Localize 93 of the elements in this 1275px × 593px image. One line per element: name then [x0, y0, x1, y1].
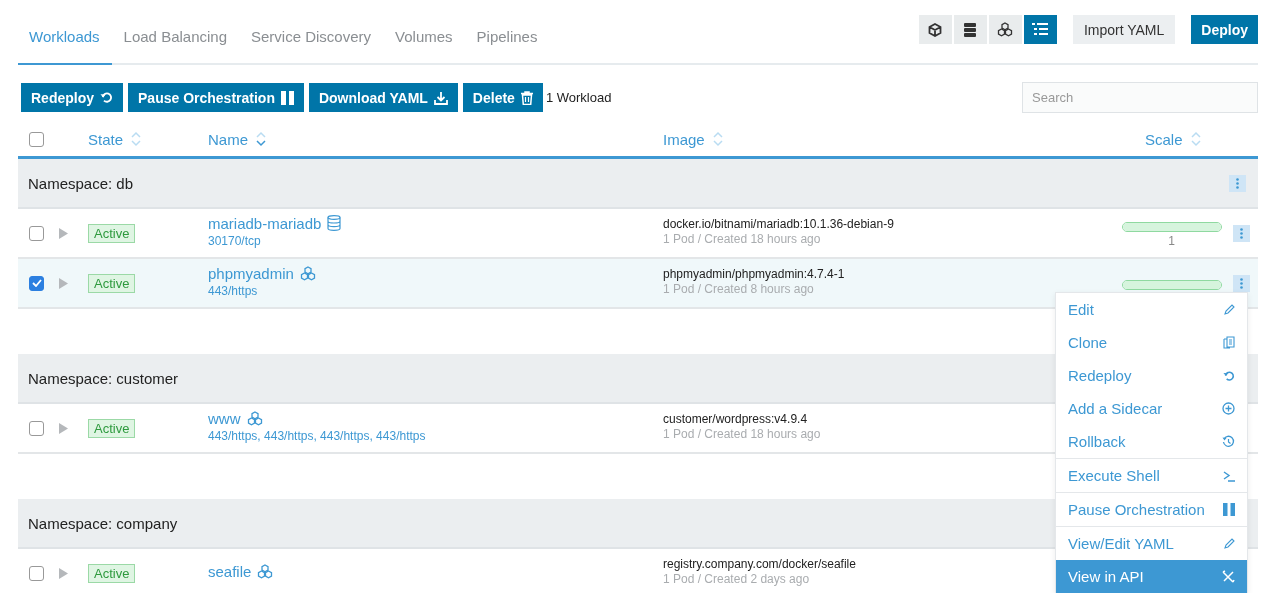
- pod-info: 1 Pod / Created 18 hours ago: [663, 231, 821, 246]
- cubes-icon: [997, 22, 1014, 37]
- cubes-icon: [257, 563, 274, 579]
- cubes-icon: [299, 265, 316, 281]
- history-icon: [1222, 435, 1235, 448]
- menu-item[interactable]: View/Edit YAML: [1056, 527, 1247, 560]
- tools-icon: [1222, 570, 1235, 583]
- row-checkbox[interactable]: [29, 275, 44, 291]
- pause-icon: [1223, 503, 1235, 516]
- sort-descending-icon[interactable]: [256, 131, 266, 147]
- more-actions-button[interactable]: [1233, 274, 1250, 292]
- column-header[interactable]: Name: [208, 130, 248, 148]
- port-link[interactable]: 30170/tcp: [208, 233, 261, 248]
- nav-tab[interactable]: Load Balancing: [112, 10, 239, 65]
- image-name: docker.io/bitnami/mariadb:10.1.36-debian-9: [663, 216, 894, 231]
- kebab-icon: [1240, 277, 1243, 289]
- more-actions-button[interactable]: [1229, 174, 1246, 192]
- port-link[interactable]: 443/https: [208, 283, 258, 298]
- database-icon: [327, 215, 342, 231]
- select-all-checkbox[interactable]: [29, 131, 44, 147]
- list-view-button[interactable]: [1023, 15, 1057, 44]
- menu-item[interactable]: Pause Orchestration: [1056, 493, 1247, 526]
- nav-tab[interactable]: Volumes: [384, 10, 465, 65]
- import-button[interactable]: Import YAML: [1072, 15, 1176, 44]
- menu-item[interactable]: View in API: [1056, 560, 1247, 593]
- cube-view-button[interactable]: [918, 15, 952, 44]
- workload-link[interactable]: www: [208, 409, 241, 427]
- sort-icon[interactable]: [131, 131, 142, 147]
- column-header[interactable]: Image: [663, 130, 705, 148]
- scale-count: 1: [1168, 234, 1175, 248]
- menu-item[interactable]: Rollback: [1056, 425, 1247, 458]
- port-link[interactable]: 443/https, 443/https, 443/https, 443/https: [208, 428, 426, 443]
- menu-item[interactable]: Redeploy: [1056, 359, 1247, 392]
- bulk-action-button[interactable]: Delete: [462, 83, 543, 112]
- server-icon: [963, 21, 978, 38]
- search-field[interactable]: Search: [1022, 82, 1258, 113]
- row-checkbox[interactable]: [29, 565, 44, 581]
- row-checkbox[interactable]: [29, 420, 44, 436]
- pod-info: 1 Pod / Created 18 hours ago: [663, 426, 821, 441]
- namespace-title: Namespace: db: [28, 174, 134, 192]
- expand-icon[interactable]: [59, 227, 68, 239]
- nav-tab[interactable]: Service Discovery: [240, 10, 384, 65]
- nav-tab[interactable]: Workloads: [18, 10, 112, 65]
- status-badge: Active: [88, 418, 136, 438]
- menu-item[interactable]: Add a Sidecar: [1056, 392, 1247, 425]
- status-badge: Active: [88, 563, 136, 583]
- pause-icon: [280, 90, 294, 105]
- server-view-button[interactable]: [953, 15, 987, 44]
- more-actions-button[interactable]: [1233, 224, 1250, 242]
- trash-icon: [520, 90, 533, 105]
- row-checkbox[interactable]: [29, 225, 44, 241]
- clipboard-icon: [1223, 336, 1235, 349]
- selection-count: 1 Workload: [545, 90, 613, 105]
- menu-item[interactable]: Clone: [1056, 326, 1247, 359]
- expand-icon[interactable]: [59, 567, 68, 579]
- namespace-title: Namespace: customer: [28, 369, 179, 387]
- undo-icon: [1223, 369, 1235, 382]
- pencil-icon: [1223, 537, 1235, 550]
- list-icon: [1032, 23, 1049, 36]
- workload-link[interactable]: seafile: [208, 562, 252, 580]
- sort-icon[interactable]: [712, 131, 723, 147]
- kebab-icon: [1236, 177, 1239, 189]
- nav-tab[interactable]: Pipelines: [465, 10, 550, 65]
- image-name: phpmyadmin/phpmyadmin:4.7.4-1: [663, 266, 845, 281]
- column-header[interactable]: State: [88, 130, 124, 148]
- workload-link[interactable]: mariadb-mariadb: [208, 214, 322, 232]
- cubes-icon: [246, 410, 263, 426]
- expand-icon[interactable]: [59, 422, 68, 434]
- bulk-action-button[interactable]: Redeploy: [21, 83, 123, 112]
- column-header[interactable]: Scale: [1145, 130, 1183, 148]
- plus-circle-icon: [1222, 402, 1235, 415]
- cube-icon: [928, 22, 943, 37]
- status-badge: Active: [88, 223, 136, 243]
- bulk-action-button[interactable]: Pause Orchestration: [128, 83, 304, 112]
- bulk-action-button[interactable]: Download YAML: [308, 83, 458, 112]
- image-name: customer/wordpress:v4.9.4: [663, 411, 808, 426]
- download-icon: [433, 90, 448, 105]
- status-badge: Active: [88, 273, 136, 293]
- expand-icon[interactable]: [59, 277, 68, 289]
- sort-icon[interactable]: [1190, 131, 1201, 147]
- pod-info: 1 Pod / Created 2 days ago: [663, 571, 810, 586]
- image-name: registry.company.com/docker/seafile: [663, 556, 856, 571]
- menu-item[interactable]: Execute Shell: [1056, 459, 1247, 492]
- pod-info: 1 Pod / Created 8 hours ago: [663, 281, 814, 296]
- terminal-icon: [1223, 469, 1235, 482]
- namespace-title: Namespace: company: [28, 514, 178, 532]
- workload-link[interactable]: phpmyadmin: [208, 264, 294, 282]
- pencil-icon: [1223, 303, 1235, 316]
- undo-icon: [100, 91, 113, 104]
- kebab-icon: [1240, 227, 1243, 239]
- menu-item[interactable]: Edit: [1056, 293, 1247, 326]
- cubes-view-button[interactable]: [988, 15, 1022, 44]
- deploy-button[interactable]: Deploy: [1191, 15, 1258, 44]
